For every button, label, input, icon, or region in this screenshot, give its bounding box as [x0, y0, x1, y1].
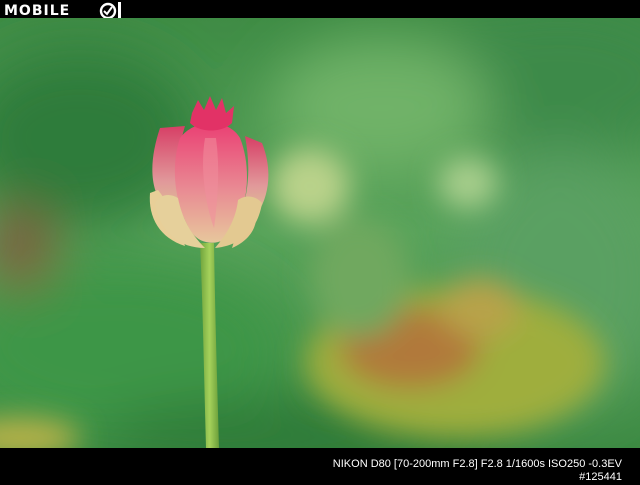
exif-caption: NIKON D80 [70-200mm F2.8] F2.8 1/1600s I… [332, 458, 622, 470]
photo-id: #125441 [579, 471, 622, 483]
bottom-caption-bar: NIKON D80 [70-200mm F2.8] F2.8 1/1600s I… [0, 448, 640, 485]
lotus-bud-photo [0, 18, 640, 448]
